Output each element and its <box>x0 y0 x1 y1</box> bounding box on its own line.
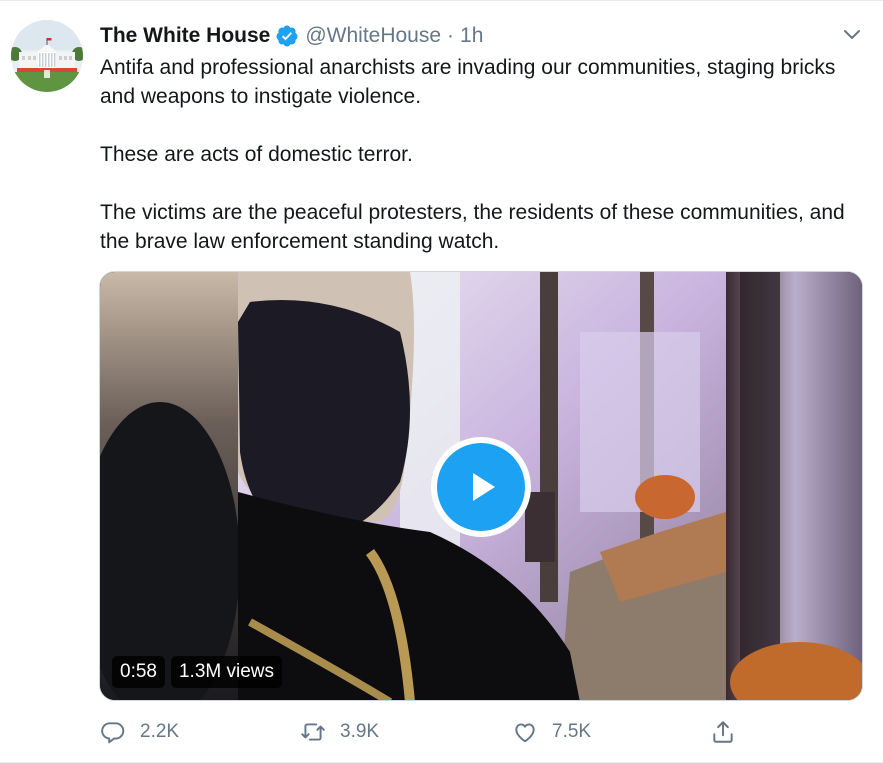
reply-count: 2.2K <box>140 721 180 742</box>
tweet-paragraph: The victims are the peaceful protesters,… <box>100 201 845 253</box>
reply-icon <box>101 722 125 744</box>
tweet-paragraph: These are acts of domestic terror. <box>100 143 413 166</box>
like-count: 7.5K <box>552 721 592 742</box>
tweet-header: The White House @WhiteHouse · 1h <box>100 21 483 51</box>
retweet-icon <box>301 723 325 741</box>
video-view-count: 1.3M views <box>170 656 283 688</box>
tweet-actions: 2.2K 3.9K 7.5K <box>100 715 840 749</box>
verified-badge-icon <box>275 24 299 48</box>
video-player[interactable]: 0:58 1.3M views <box>99 271 863 701</box>
retweet-count: 3.9K <box>340 721 380 742</box>
heart-icon <box>515 723 535 743</box>
author-name[interactable]: The White House <box>100 24 270 48</box>
reply-button[interactable]: 2.2K <box>100 719 300 745</box>
share-icon <box>713 721 733 743</box>
separator-dot: · <box>447 24 455 47</box>
author-handle[interactable]: @WhiteHouse <box>305 24 441 48</box>
white-house-avatar-image <box>11 20 83 92</box>
retweet-button[interactable]: 3.9K <box>300 719 512 745</box>
chevron-down-icon[interactable] <box>841 23 863 45</box>
tweet-timestamp[interactable]: 1h <box>460 24 483 48</box>
tweet-paragraph: Antifa and professional anarchists are i… <box>100 56 836 108</box>
video-badges: 0:58 1.3M views <box>112 656 283 688</box>
tweet-text: Antifa and professional anarchists are i… <box>100 53 860 256</box>
video-duration: 0:58 <box>112 656 165 688</box>
tweet-card[interactable]: The White House @WhiteHouse · 1h Antifa … <box>0 0 883 763</box>
share-button[interactable] <box>710 719 750 745</box>
avatar[interactable] <box>11 20 83 92</box>
play-button[interactable] <box>431 437 531 537</box>
play-icon <box>437 443 525 531</box>
like-button[interactable]: 7.5K <box>512 719 710 745</box>
